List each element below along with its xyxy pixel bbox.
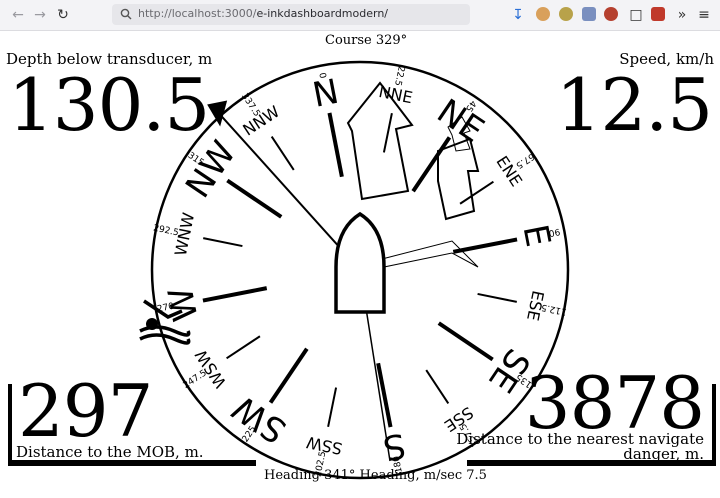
degree-label: 337.5: [239, 92, 262, 119]
bearing-tick: [382, 113, 393, 153]
speed-value: 12.5: [555, 63, 713, 147]
extension-icon[interactable]: [536, 7, 550, 21]
dashboard: N NNE NE ENE E ESE SE SSE S SSW SW WSW W WNW NW NNW 0 22.…: [0, 31, 720, 498]
back-icon[interactable]: ←: [8, 5, 28, 25]
wind-vane: [381, 240, 479, 268]
bearing-tick: [203, 237, 243, 248]
extension-icon[interactable]: [559, 7, 573, 21]
degree-label: 112.5: [541, 302, 568, 317]
url-text: http://localhost:3000/e-inkdashboardmode…: [138, 7, 389, 20]
danger-label: Distance to the nearest navigate danger, …: [456, 430, 704, 463]
shield-icon[interactable]: [651, 7, 665, 21]
mob-value: 297: [18, 369, 153, 453]
browser-toolbar: ← → ↻ http://localhost:3000/e-inkdashboa…: [0, 0, 720, 31]
heading-readout: Heading 341° Heading, m/sec 7.5: [264, 468, 487, 483]
bearing-tick: [202, 286, 268, 303]
reload-icon[interactable]: ↻: [53, 5, 73, 25]
boat-icon: [334, 211, 386, 314]
bearing-tick: [459, 180, 494, 205]
bearing-tick: [226, 178, 283, 219]
bearing-tick: [477, 292, 517, 303]
search-icon: [120, 8, 132, 20]
degree-label: 292.5: [152, 224, 179, 239]
depth-value: 130.5: [8, 63, 210, 147]
menu-icon[interactable]: ≡: [694, 5, 714, 25]
bearing-tick: [268, 347, 309, 404]
compass-point-label: N: [309, 72, 342, 116]
overflow-icon[interactable]: »: [672, 5, 692, 25]
bearing-tick: [327, 112, 344, 178]
bearing-tick: [327, 387, 338, 427]
puzzle-icon[interactable]: □: [626, 5, 646, 25]
extension-icon[interactable]: [582, 7, 596, 21]
bearing-tick: [437, 321, 494, 362]
bearing-tick: [270, 136, 295, 171]
bearing-tick: [411, 136, 452, 193]
bearing-tick: [452, 237, 518, 254]
address-bar[interactable]: http://localhost:3000/e-inkdashboardmode…: [112, 4, 470, 25]
course-label: Course 329°: [325, 33, 408, 48]
danger-value: 3878: [524, 361, 705, 445]
degree-label: 22.5: [392, 65, 406, 87]
download-icon[interactable]: ↧: [508, 5, 528, 25]
extension-icon[interactable]: [604, 7, 618, 21]
bearing-tick: [425, 369, 450, 404]
bearing-tick: [226, 335, 261, 360]
forward-icon[interactable]: →: [30, 5, 50, 25]
mob-label: Distance to the MOB, m.: [16, 443, 204, 461]
